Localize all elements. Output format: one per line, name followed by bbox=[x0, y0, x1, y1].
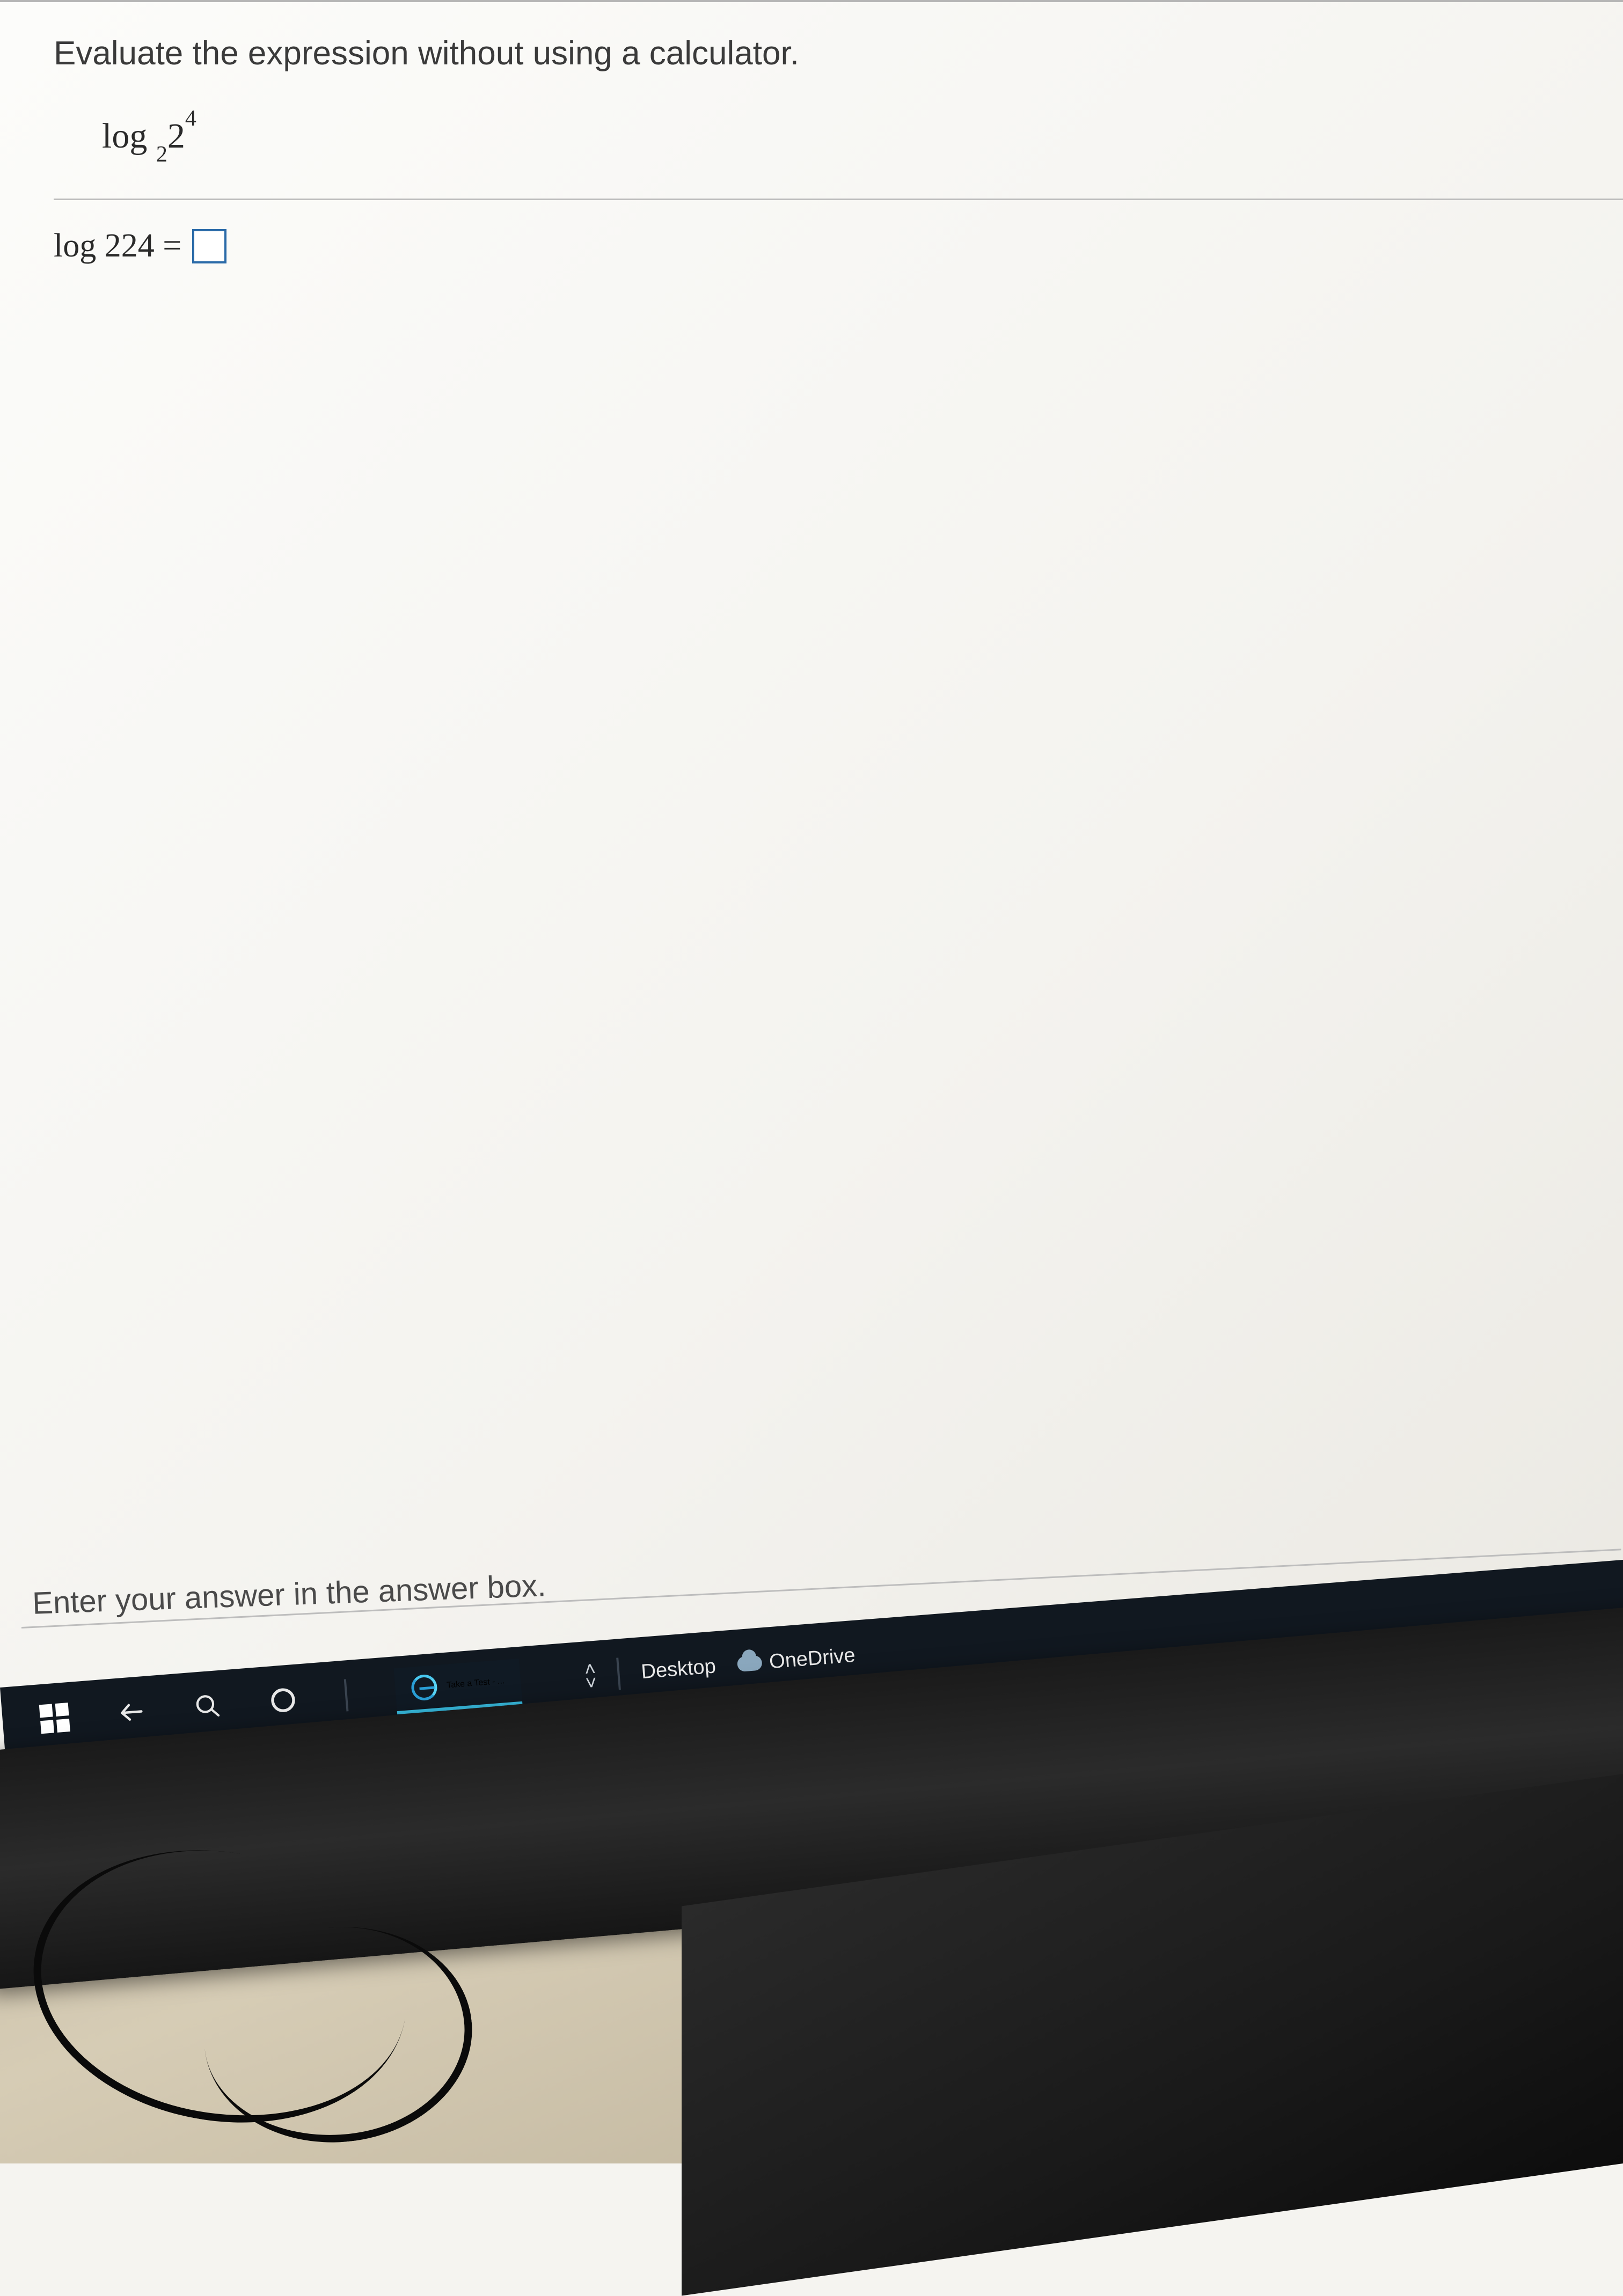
answer-row: log 224 = bbox=[54, 227, 1623, 265]
desktop-toolbar[interactable]: Desktop bbox=[640, 1655, 717, 1684]
start-button[interactable] bbox=[39, 1703, 70, 1734]
chevron-down-icon: ˅ bbox=[585, 1676, 597, 1691]
expression-display: log 224 bbox=[102, 115, 1623, 161]
answer-input[interactable] bbox=[192, 229, 226, 263]
search-icon bbox=[193, 1692, 222, 1721]
back-button[interactable] bbox=[116, 1697, 147, 1728]
log-subscript: 2 bbox=[156, 142, 167, 167]
edge-task-label: Take a Test - ... bbox=[447, 1676, 505, 1690]
tray-separator bbox=[616, 1657, 621, 1690]
log-argument-base: 2 bbox=[167, 116, 185, 156]
tray-expand[interactable]: ˄ ˅ bbox=[584, 1662, 597, 1690]
equals-sign: = bbox=[163, 228, 181, 264]
question-prompt: Evaluate the expression without using a … bbox=[54, 34, 1623, 72]
edge-icon bbox=[411, 1674, 438, 1701]
ans-exp: 4 bbox=[138, 228, 155, 264]
windows-icon bbox=[39, 1703, 70, 1734]
question-panel: Evaluate the expression without using a … bbox=[0, 0, 1623, 1688]
section-divider bbox=[54, 199, 1623, 200]
search-button[interactable] bbox=[193, 1692, 222, 1721]
answer-expression: log 224 = bbox=[54, 227, 181, 265]
cortana-icon bbox=[268, 1685, 298, 1715]
log-argument-exponent: 4 bbox=[185, 106, 196, 131]
cloud-icon bbox=[736, 1655, 762, 1672]
ans-log: log bbox=[54, 228, 96, 264]
onedrive-label: OneDrive bbox=[769, 1644, 856, 1673]
onedrive-tray[interactable]: OneDrive bbox=[736, 1644, 856, 1676]
cortana-button[interactable] bbox=[268, 1685, 298, 1715]
arrow-left-icon bbox=[116, 1697, 147, 1728]
ans-base: 2 bbox=[121, 228, 138, 264]
ans-sub: 2 bbox=[105, 228, 121, 264]
log-function: log bbox=[102, 116, 147, 156]
taskbar-separator bbox=[344, 1679, 349, 1711]
